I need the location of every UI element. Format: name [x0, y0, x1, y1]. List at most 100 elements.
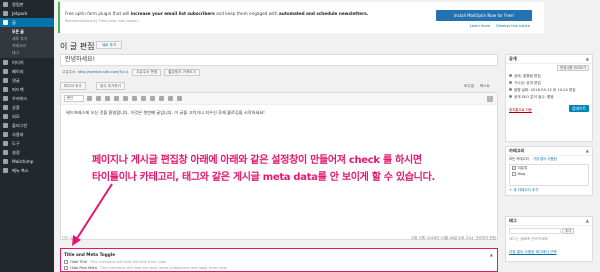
collapse-caret-icon[interactable]: ▲ — [586, 55, 589, 63]
install-mailoptin-button[interactable]: Install MailOptin Now for Free! — [436, 10, 532, 21]
sidebar-item-label: 상품 — [12, 104, 20, 110]
update-button[interactable]: 업데이트 — [569, 105, 589, 112]
editor-tabs: 비주얼 텍스트 — [458, 84, 490, 89]
sidebar-item-users[interactable]: 사용자 — [0, 130, 54, 139]
sidebar-item-woocommerce[interactable]: 우커머스 — [0, 94, 54, 103]
plugin-notice: Free optin form plugin that will increas… — [58, 2, 544, 33]
woocommerce-icon — [3, 96, 8, 101]
sidebar-item-mailchimp[interactable]: Mailchimp — [0, 157, 54, 166]
add-form-button[interactable]: 양식 추가하기 — [96, 82, 125, 90]
publish-heading: 공개 ▲ — [506, 55, 592, 64]
submenu-all-posts[interactable]: 모든 글 — [0, 28, 54, 35]
category-list: ✓ 미분류 Blog — [509, 164, 589, 186]
align-center-icon[interactable] — [141, 96, 146, 101]
tag-hint: 태그는 쉼표로 분리하세요 — [509, 237, 548, 241]
sidebar-item-feedback[interactable]: 피드백 — [0, 85, 54, 94]
permalink-url[interactable]: http://sample-site.com/?p=1 — [78, 70, 129, 74]
preview-changes-button[interactable]: 변경사항 미리보기 — [556, 65, 589, 71]
add-form-label: 양식 추가하기 — [100, 83, 121, 88]
add-media-label: 미디어 추가 — [64, 83, 82, 88]
move-to-trash-link[interactable]: 휴지통으로 이동 — [509, 105, 532, 115]
hide-post-meta-option: Hide Post Meta This checkbox will hide t… — [64, 266, 227, 270]
feedback-icon — [3, 87, 8, 92]
settings-icon — [3, 150, 8, 155]
sidebar-item-appearance[interactable]: 외모 — [0, 112, 54, 121]
notice-text: Free optin form plugin that will increas… — [65, 11, 369, 16]
quote-icon[interactable] — [123, 96, 128, 101]
bold-icon[interactable] — [87, 96, 92, 101]
align-right-icon[interactable] — [150, 96, 155, 101]
annotation-line-1: 페이지나 게시글 편집창 아래에 아래와 같은 설정창이 만들어져 check … — [92, 155, 422, 166]
hide-post-meta-label: Hide Post Meta — [70, 266, 97, 270]
seo-icon — [509, 95, 512, 98]
sidebar-item-posts[interactable]: 글 — [0, 18, 54, 27]
sidebar-collapse-menu[interactable]: 메뉴 축소 — [0, 166, 54, 175]
sidebar-item-comments[interactable]: 댓글 — [0, 76, 54, 85]
plugin-icon — [3, 123, 8, 128]
collapse-caret-icon[interactable]: ▲ — [586, 147, 589, 155]
format-select[interactable]: 문단 — [64, 95, 84, 102]
sidebar-item-label: 도구 — [12, 140, 20, 146]
editor-content[interactable]: 워드프레스에 오신 것을 환영합니다. 이것은 첫번째 글입니다. 이 글을 고… — [61, 105, 497, 121]
add-new-button[interactable]: 새로 추가 — [96, 41, 122, 49]
category-checkbox[interactable]: ✓ — [512, 166, 516, 170]
status-row: 상태: 발행됨 편집 — [506, 73, 592, 80]
align-left-icon[interactable] — [132, 96, 137, 101]
sidebar-item-media[interactable]: 미디어 — [0, 58, 54, 67]
sidebar-item-jetpack[interactable]: Jetpack — [0, 9, 54, 18]
published-row: 발행 날짜: 2018-09-13 @ 10:24 편집 — [506, 87, 592, 94]
fullscreen-icon[interactable] — [487, 96, 493, 102]
italic-icon[interactable] — [96, 96, 101, 101]
tab-most-used[interactable]: 가장 많이 사용됨 — [533, 157, 557, 161]
add-new-category-link[interactable]: + 새 카테고리 추가 — [506, 187, 592, 194]
sidebar-item-settings[interactable]: 설정 — [0, 148, 54, 157]
sidebar-item-products[interactable]: 상품 — [0, 103, 54, 112]
sidebar-item-dashboard[interactable]: 알림판 — [0, 0, 54, 9]
tag-input[interactable] — [509, 228, 561, 234]
submenu-tags[interactable]: 태그 — [0, 49, 54, 56]
submenu-add-new[interactable]: 새로 추가 — [0, 35, 54, 42]
sidebar-item-label: 외모 — [12, 113, 20, 119]
learn-more-link[interactable]: Learn more — [470, 24, 491, 28]
sidebar-item-tools[interactable]: 도구 — [0, 139, 54, 148]
numbered-list-icon[interactable] — [114, 96, 119, 101]
submenu-categories[interactable]: 카테고리 — [0, 42, 54, 49]
hide-post-meta-checkbox[interactable] — [64, 266, 68, 270]
post-title-input[interactable]: 안녕하세요! — [60, 54, 498, 66]
hide-title-checkbox[interactable] — [64, 260, 68, 264]
sidebar-item-pages[interactable]: 페이지 — [0, 67, 54, 76]
sidebar-item-plugins[interactable]: 플러그인 — [0, 121, 54, 130]
collapse-caret-icon[interactable]: ▲ — [586, 217, 589, 225]
sidebar-item-label: 댓글 — [12, 77, 20, 83]
sidebar-item-label: 피드백 — [12, 86, 24, 92]
toolbar-toggle-icon[interactable] — [177, 96, 182, 101]
jetpack-icon — [3, 11, 8, 16]
wrench-icon — [3, 141, 8, 146]
tags-heading: 태그 ▲ — [506, 217, 592, 226]
edit-permalink-button[interactable]: 고유주소 변경 — [132, 69, 162, 76]
dashboard-icon — [3, 2, 8, 7]
categories-panel: 카테고리 ▲ 모든 카테고리 가장 많이 사용됨 ✓ 미분류 Blog + 새 카테고… — [505, 146, 593, 196]
metabox-toggle-icon[interactable]: ▲ — [490, 252, 493, 257]
add-media-button[interactable]: 미디어 추가 — [60, 82, 86, 90]
dismiss-notice-link[interactable]: Dismiss this notice — [496, 24, 530, 28]
bullet-list-icon[interactable] — [105, 96, 110, 101]
posts-submenu: 모든 글 새로 추가 카테고리 태그 — [0, 27, 54, 58]
category-item[interactable]: Blog — [510, 171, 588, 177]
sidebar-item-label: 미디어 — [12, 59, 24, 65]
add-tag-button[interactable]: 추가 — [562, 228, 575, 234]
admin-sidebar: 알림판 Jetpack 글 모든 글 새로 추가 카테고리 태그 미디어 페이지… — [0, 0, 54, 272]
category-tabs: 모든 카테고리 가장 많이 사용됨 — [506, 156, 592, 163]
sidebar-item-label: 알림판 — [12, 1, 24, 7]
category-checkbox[interactable] — [512, 172, 516, 176]
publish-panel: 공개 ▲ 변경사항 미리보기 상태: 발행됨 편집 가시성: 공개 편집 발행 날… — [505, 54, 593, 142]
tab-all-categories[interactable]: 모든 카테고리 — [509, 157, 529, 161]
get-shortlink-button[interactable]: 짧은링크 가져오기 — [164, 69, 200, 76]
link-icon[interactable] — [159, 96, 164, 101]
more-tag-icon[interactable] — [168, 96, 173, 101]
choose-popular-tags-link[interactable]: 가장 많이 사용된 태그에서 선택 — [506, 249, 592, 256]
tab-visual[interactable]: 비주얼 — [464, 84, 474, 88]
calendar-icon — [509, 88, 512, 91]
hide-title-description: This checkbox will hide the title from v… — [90, 260, 167, 264]
tab-text[interactable]: 텍스트 — [480, 84, 490, 88]
